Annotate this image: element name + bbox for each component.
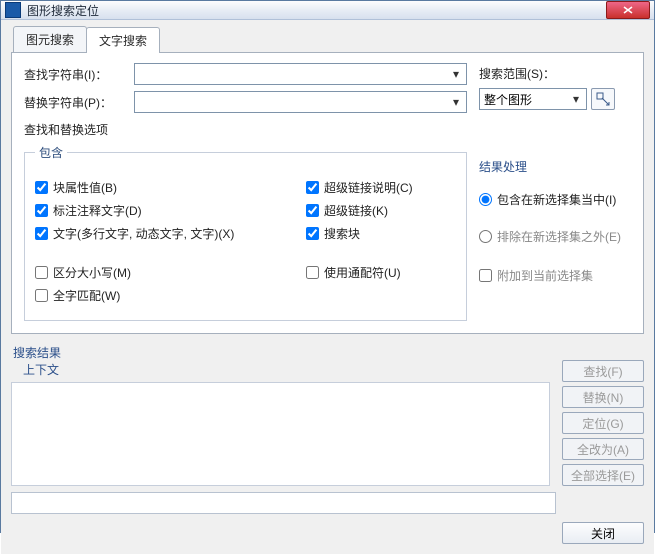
tab-text-search[interactable]: 文字搜索 [86,27,160,53]
chk-search-block[interactable]: 搜索块 [306,225,456,242]
chk-label: 标注注释文字(D) [53,202,142,219]
scope-label: 搜索范围(S)： [479,65,631,82]
replace-all-button[interactable]: 全改为(A) [562,438,644,460]
chk-dim-text[interactable]: 标注注释文字(D) [35,202,306,219]
status-slot [11,492,556,514]
tab-strip: 图元搜索 文字搜索 [13,26,644,52]
chk-block-attr[interactable]: 块属性值(B) [35,179,306,196]
scope-select[interactable]: 整个图形 ▾ [479,88,587,110]
close-icon [623,6,633,14]
tab-element-search[interactable]: 图元搜索 [13,26,87,52]
find-label: 查找字符串(I)： [24,66,134,83]
results-row: 搜索结果 上下文 查找(F) 替换(N) 定位(G) 全改为(A) 全部选择(E… [11,338,644,486]
chk-label: 文字(多行文字, 动态文字, 文字)(X) [53,225,234,242]
replace-label: 替换字符串(P)： [24,94,134,111]
include-legend: 包含 [35,144,67,161]
dropdown-arrow-icon: ▾ [568,91,584,107]
left-column: 查找字符串(I)： ▾ 替换字符串(P)： ▾ 查找和替换选项 包含 [24,63,467,321]
tab-page: 查找字符串(I)： ▾ 替换字符串(P)： ▾ 查找和替换选项 包含 [11,52,644,334]
right-column: 搜索范围(S)： 整个图形 ▾ 结果处理 包含在新选择集当中(I) 排除在新选择… [479,63,631,321]
chk-label: 块属性值(B) [53,179,117,196]
chk-label: 全字匹配(W) [53,287,120,304]
app-icon [5,2,21,18]
chk-label: 附加到当前选择集 [497,267,593,284]
chk-text-mtext[interactable]: 文字(多行文字, 动态文字, 文字)(X) [35,225,306,242]
pick-icon [596,92,610,106]
chk-hyperlink-desc[interactable]: 超级链接说明(C) [306,179,456,196]
dropdown-arrow-icon: ▾ [448,94,464,110]
radio-label: 包含在新选择集当中(I) [497,191,616,208]
select-all-button[interactable]: 全部选择(E) [562,464,644,486]
result-handling-title: 结果处理 [479,158,631,175]
radio-exclude-new[interactable]: 排除在新选择集之外(E) [479,228,631,245]
replace-input[interactable]: ▾ [134,91,467,113]
chk-whole-word[interactable]: 全字匹配(W) [35,287,306,304]
dialog-window: 图形搜索定位 图元搜索 文字搜索 查找字符串(I)： ▾ 替换字符串(P)： [0,0,655,533]
radio-label: 排除在新选择集之外(E) [497,228,621,245]
chk-label: 区分大小写(M) [53,264,131,281]
pick-objects-button[interactable] [591,88,615,110]
chk-label: 搜索块 [324,225,360,242]
dropdown-arrow-icon: ▾ [448,66,464,82]
titlebar: 图形搜索定位 [1,1,654,20]
chk-case[interactable]: 区分大小写(M) [35,264,306,281]
include-group: 包含 块属性值(B) 标注注释文字(D) 文字(多行文字, 动态文字, 文字)(… [24,144,467,321]
find-input[interactable]: ▾ [134,63,467,85]
bottom-row [11,492,644,514]
results-list[interactable] [11,382,550,486]
radio-include-new[interactable]: 包含在新选择集当中(I) [479,191,631,208]
chk-label: 使用通配符(U) [324,264,401,281]
dialog-body: 图元搜索 文字搜索 查找字符串(I)： ▾ 替换字符串(P)： ▾ [1,20,654,554]
chk-label: 超级链接说明(C) [324,179,413,196]
action-buttons: 查找(F) 替换(N) 定位(G) 全改为(A) 全部选择(E) [562,338,644,486]
find-button[interactable]: 查找(F) [562,360,644,382]
chk-wildcard[interactable]: 使用通配符(U) [306,264,456,281]
close-dialog-button[interactable]: 关闭 [562,522,644,544]
scope-value: 整个图形 [480,91,532,108]
results-label: 搜索结果 [13,344,550,361]
chk-hyperlink[interactable]: 超级链接(K) [306,202,456,219]
locate-button[interactable]: 定位(G) [562,412,644,434]
chk-label: 超级链接(K) [324,202,388,219]
window-title: 图形搜索定位 [27,2,606,19]
options-title: 查找和替换选项 [24,121,467,138]
chk-append-current[interactable]: 附加到当前选择集 [479,267,631,284]
close-button[interactable] [606,1,650,19]
replace-button[interactable]: 替换(N) [562,386,644,408]
context-label: 上下文 [23,361,550,378]
